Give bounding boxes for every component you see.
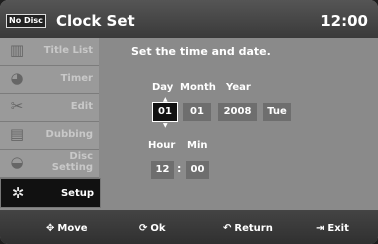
clock-set-screen: No Disc Clock Set 12:00 ▥ Title List ◕ T… <box>0 0 378 244</box>
sidebar-item-dubbing[interactable]: ▤ Dubbing <box>0 122 99 150</box>
return-label: Return <box>234 223 273 234</box>
month-field[interactable]: 01 <box>183 103 211 121</box>
sidebar-item-label: Title List <box>43 45 93 56</box>
ok-icon: ⟳ <box>139 223 148 234</box>
move-icon: ✥ <box>46 223 55 234</box>
return-icon: ↶ <box>223 223 232 234</box>
sidebar-item-label: Timer <box>60 73 93 84</box>
year-field[interactable]: 2008 <box>218 103 257 121</box>
page-title: Clock Set <box>56 12 135 30</box>
current-time: 12:00 <box>320 12 368 30</box>
sidebar-menu: ▥ Title List ◕ Timer ✂ Edit ▤ Dubbing ◒ … <box>0 38 101 210</box>
ok-button[interactable]: ⟳ Ok <box>139 223 166 234</box>
ok-label: Ok <box>150 223 166 234</box>
sidebar-item-timer[interactable]: ◕ Timer <box>0 66 99 94</box>
sidebar-item-title-list[interactable]: ▥ Title List <box>0 38 99 66</box>
minute-field[interactable]: 00 <box>186 161 209 179</box>
move-label: Move <box>57 223 88 234</box>
return-button[interactable]: ↶ Return <box>223 223 273 234</box>
day-field[interactable]: 01 <box>152 102 178 122</box>
sidebar-item-label: Disc Setting <box>52 151 93 173</box>
day-label: Day <box>152 82 174 93</box>
weekday-field[interactable]: Tue <box>263 103 291 121</box>
move-hint: ✥ Move <box>46 223 88 234</box>
year-label: Year <box>226 82 251 93</box>
scissors-icon: ✂ <box>10 97 24 115</box>
exit-label: Exit <box>327 223 349 234</box>
month-label: Month <box>180 82 216 93</box>
sidebar-item-label: Setup <box>60 188 94 199</box>
instruction-text: Set the time and date. <box>131 45 271 58</box>
main-content: Set the time and date. Day Month Year ▲ … <box>101 38 378 210</box>
sidebar-item-edit[interactable]: ✂ Edit <box>0 94 99 122</box>
sidebar-item-label-line1: Disc <box>69 151 93 162</box>
no-disc-badge: No Disc <box>6 14 46 28</box>
exit-button[interactable]: ⇥ Exit <box>316 223 349 234</box>
clock-icon: ◕ <box>10 69 24 87</box>
footer-bar: ✥ Move ⟳ Ok ↶ Return ⇥ Exit <box>0 210 378 244</box>
hour-label: Hour <box>148 140 176 151</box>
disc-icon: ◒ <box>10 153 24 171</box>
exit-icon: ⇥ <box>316 223 325 234</box>
sidebar-item-label-line2: Setting <box>51 162 93 173</box>
sidebar-item-label: Edit <box>70 101 93 112</box>
copy-discs-icon: ▤ <box>9 125 25 143</box>
down-arrow-icon[interactable]: ▼ <box>163 123 168 129</box>
hour-field[interactable]: 12 <box>151 161 174 179</box>
sidebar-item-disc-setting[interactable]: ◒ Disc Setting <box>0 150 99 178</box>
gear-icon: ✲ <box>11 184 25 202</box>
sidebar-item-setup[interactable]: ✲ Setup <box>0 178 101 208</box>
film-icon: ▥ <box>9 41 25 59</box>
sidebar-item-label: Dubbing <box>45 129 93 140</box>
header-bar: No Disc Clock Set 12:00 <box>0 0 378 38</box>
min-label: Min <box>187 140 208 151</box>
time-separator: : <box>177 162 182 175</box>
